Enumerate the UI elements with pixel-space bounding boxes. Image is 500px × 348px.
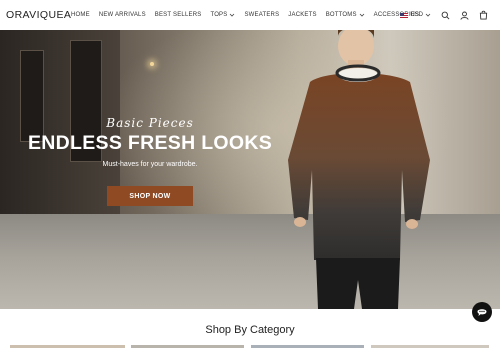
nav-new-arrivals[interactable]: NEW ARRIVALS [99, 12, 146, 18]
nav-label: BOTTOMS [325, 12, 357, 18]
nav-label: TOPS [210, 12, 228, 18]
nav-label: NEW ARRIVALS [98, 12, 146, 18]
nav-sweaters[interactable]: SWEATERS [244, 12, 279, 18]
hero-banner[interactable]: Basic Pieces ENDLESS FRESH LOOKS Must-ha… [0, 30, 500, 309]
hero-script-text: Basic Pieces [106, 116, 194, 130]
chevron-down-icon [359, 13, 364, 17]
nav-label: BEST SELLERS [154, 12, 202, 18]
cart-icon[interactable] [478, 10, 488, 20]
nav-home[interactable]: HOME [71, 12, 90, 18]
nav-tops[interactable]: TOPS [210, 12, 235, 18]
brand-logo[interactable]: ORAVIQUEA [6, 9, 71, 21]
chat-icon [477, 309, 487, 316]
chevron-down-icon [425, 13, 431, 17]
account-icon[interactable] [459, 10, 469, 20]
category-section-title: Shop By Category [205, 324, 295, 336]
hero-title: ENDLESS FRESH LOOKS [27, 132, 273, 154]
site-header: ORAVIQUEA HOME NEW ARRIVALS BEST SELLERS… [0, 0, 500, 30]
nav-best-sellers[interactable]: BEST SELLERS [155, 12, 202, 18]
currency-selector[interactable]: USD [400, 12, 431, 18]
nav-label: HOME [71, 12, 90, 18]
hero-model-image [288, 30, 430, 309]
nav-label: JACKETS [288, 12, 317, 18]
shop-now-button[interactable]: SHOP NOW [107, 186, 193, 206]
header-tools: USD [400, 0, 488, 30]
nav-label: SWEATERS [244, 12, 280, 18]
search-icon[interactable] [440, 10, 450, 20]
hero-subtitle: Must-haves for your wardrobe. [102, 161, 198, 168]
currency-label: USD [410, 12, 423, 18]
hero-background-building [0, 30, 120, 230]
nav-bottoms[interactable]: BOTTOMS [326, 12, 365, 18]
chat-button[interactable] [472, 302, 492, 322]
nav-jackets[interactable]: JACKETS [288, 12, 316, 18]
us-flag-icon [400, 12, 409, 18]
chevron-down-icon [230, 13, 235, 17]
hero-background-lamp [150, 62, 154, 66]
main-nav: HOME NEW ARRIVALS BEST SELLERS TOPS SWEA… [71, 0, 419, 30]
